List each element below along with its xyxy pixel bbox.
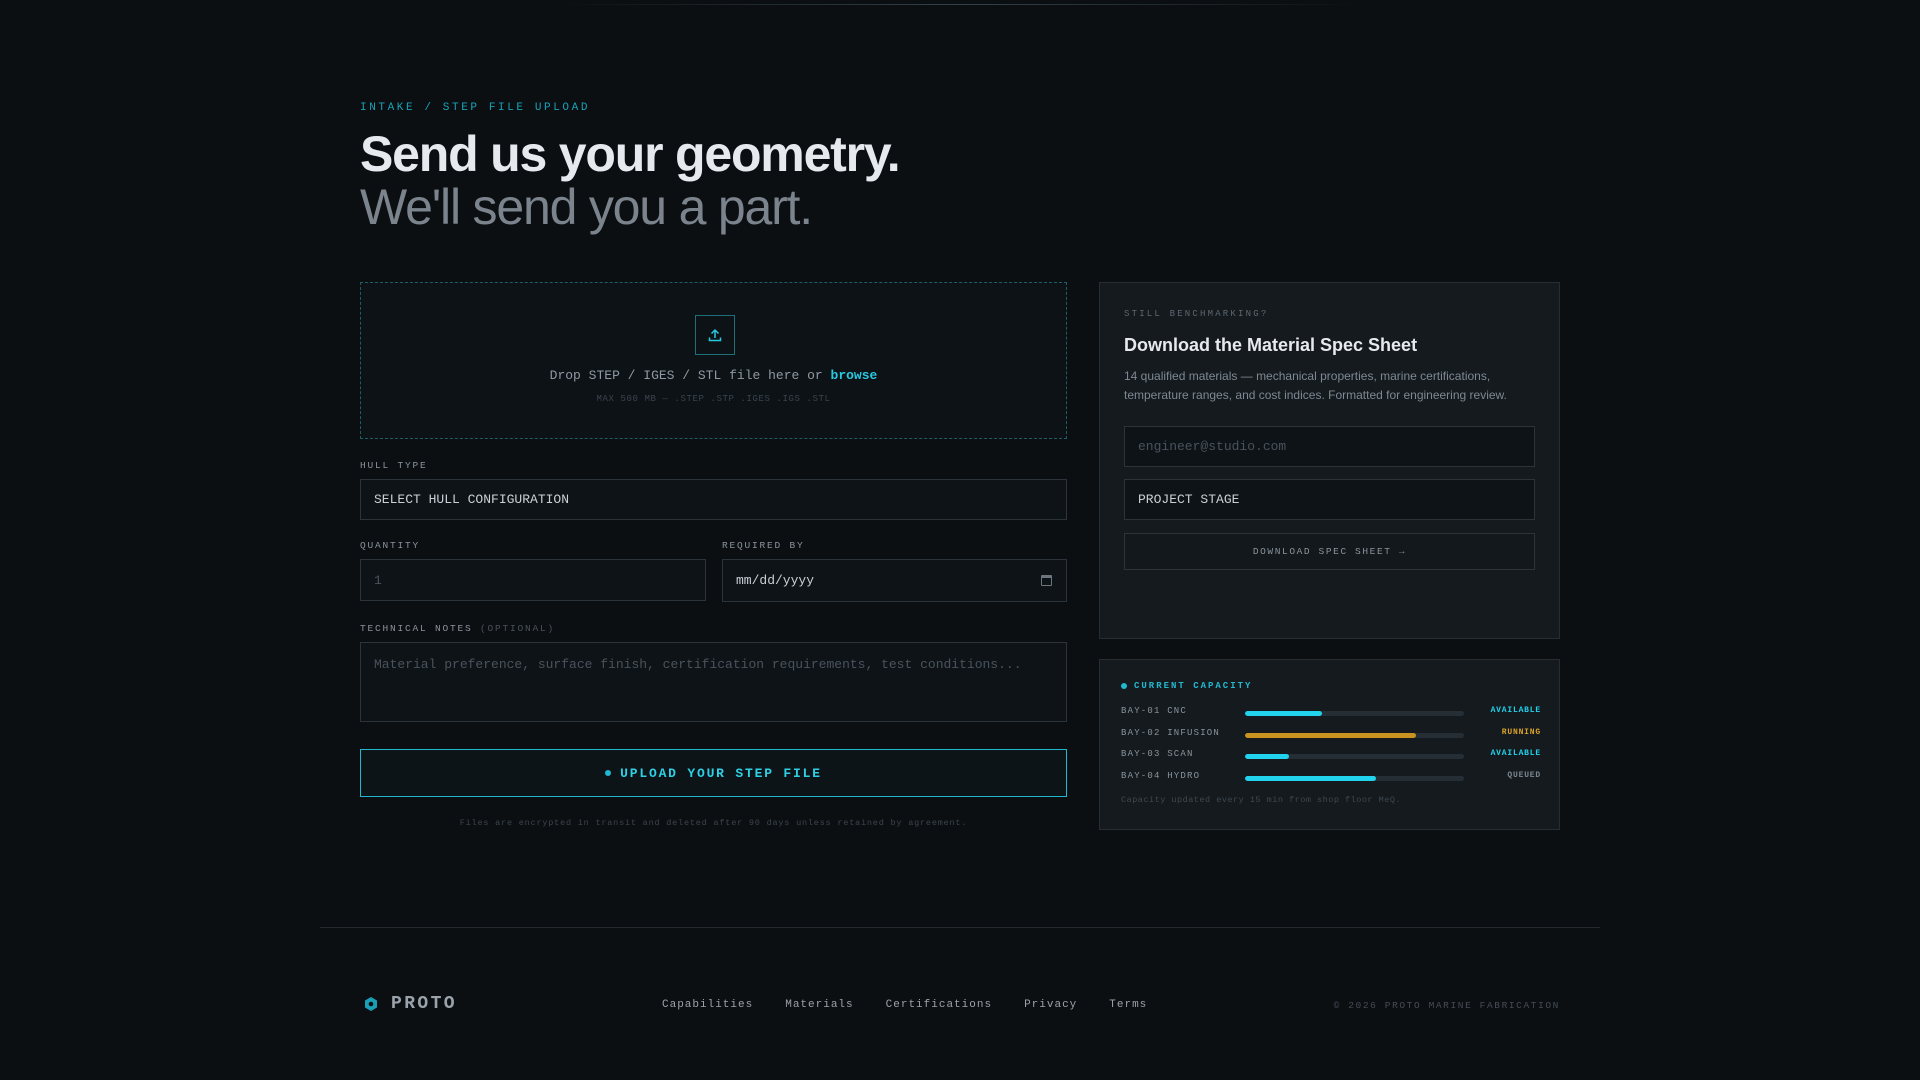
capacity-card: CURRENT CAPACITY BAY-01 CNC AVAILABLE BA… <box>1099 659 1560 830</box>
technical-notes-label: TECHNICAL NOTES (OPTIONAL) <box>360 623 555 634</box>
capacity-row: BAY-03 SCAN AVAILABLE <box>1121 749 1541 763</box>
bay-load-track <box>1245 733 1464 738</box>
spec-email-placeholder: engineer@studio.com <box>1138 439 1287 454</box>
hull-type-value: SELECT HULL CONFIGURATION <box>374 492 570 507</box>
capacity-footnote: Capacity updated every 15 min from shop … <box>1121 795 1402 805</box>
required-by-value: mm/dd/yyyy <box>736 573 815 588</box>
upload-icon <box>695 315 735 355</box>
capacity-header: CURRENT CAPACITY <box>1121 681 1252 691</box>
technical-notes-textarea[interactable]: Material preference, surface finish, cer… <box>360 642 1067 722</box>
upload-step-file-button[interactable]: UPLOAD YOUR STEP FILE <box>360 749 1067 797</box>
brand-name: PROTO <box>391 994 458 1014</box>
bay-load-bar <box>1245 776 1377 781</box>
capacity-row: BAY-01 CNC AVAILABLE <box>1121 706 1541 720</box>
footer-link-terms[interactable]: Terms <box>1109 999 1147 1011</box>
download-spec-sheet-button[interactable]: DOWNLOAD SPEC SHEET → <box>1124 533 1535 570</box>
quantity-placeholder: 1 <box>374 572 382 588</box>
footer-link-materials[interactable]: Materials <box>785 999 853 1011</box>
status-dot-icon <box>1121 683 1127 689</box>
upload-button-label: UPLOAD YOUR STEP FILE <box>620 765 822 781</box>
required-by-label: REQUIRED BY <box>722 540 805 551</box>
hull-type-select[interactable]: SELECT HULL CONFIGURATION <box>360 479 1067 520</box>
technical-notes-label-text: TECHNICAL NOTES <box>360 623 473 634</box>
bay-load-bar <box>1245 733 1416 738</box>
proto-logo-icon <box>363 996 379 1012</box>
calendar-icon[interactable] <box>1041 575 1052 586</box>
bay-load-track <box>1245 754 1464 759</box>
upload-disclaimer: Files are encrypted in transit and delet… <box>459 818 968 828</box>
hull-type-label: HULL TYPE <box>360 460 428 471</box>
bay-status: AVAILABLE <box>1490 706 1541 715</box>
capacity-title: CURRENT CAPACITY <box>1134 681 1253 691</box>
bay-load-track <box>1245 711 1464 716</box>
dropzone-hint: MAX 500 MB — .STEP .STP .IGES .IGS .STL <box>596 394 831 404</box>
spec-title: Download the Material Spec Sheet <box>1124 335 1418 355</box>
spec-email-input[interactable]: engineer@studio.com <box>1124 426 1535 467</box>
bay-name: BAY-04 HYDRO <box>1121 771 1201 781</box>
capacity-row: BAY-04 HYDRO QUEUED <box>1121 771 1541 785</box>
bay-name: BAY-01 CNC <box>1121 706 1188 716</box>
bay-status: RUNNING <box>1501 728 1541 737</box>
footer-brand[interactable]: PROTO <box>363 994 457 1014</box>
quantity-input[interactable]: 1 <box>360 559 706 601</box>
project-stage-select[interactable]: PROJECT STAGE <box>1124 479 1535 520</box>
capacity-row: BAY-02 INFUSION RUNNING <box>1121 728 1541 742</box>
bay-load-bar <box>1245 754 1289 759</box>
spec-eyebrow: STILL BENCHMARKING? <box>1124 309 1269 319</box>
bay-status: AVAILABLE <box>1490 749 1541 758</box>
bay-name: BAY-03 SCAN <box>1121 749 1194 759</box>
footer-nav: Capabilities Materials Certifications Pr… <box>662 999 1179 1011</box>
bay-load-track <box>1245 776 1464 781</box>
page-subheadline: We'll send you a part. <box>360 179 813 235</box>
bay-status: QUEUED <box>1507 771 1541 780</box>
copyright: © 2026 PROTO MARINE FABRICATION <box>1333 1000 1560 1011</box>
bay-name: BAY-02 INFUSION <box>1121 728 1221 738</box>
page-eyebrow: INTAKE / STEP FILE UPLOAD <box>360 102 591 114</box>
browse-link[interactable]: browse <box>831 368 878 383</box>
optional-tag: (OPTIONAL) <box>480 623 556 634</box>
technical-notes-placeholder: Material preference, surface finish, cer… <box>374 657 1022 672</box>
spec-description: 14 qualified materials — mechanical prop… <box>1124 369 1507 402</box>
required-by-date-input[interactable]: mm/dd/yyyy <box>722 559 1067 602</box>
project-stage-value: PROJECT STAGE <box>1138 492 1240 507</box>
spec-sheet-card: STILL BENCHMARKING? Download the Materia… <box>1099 282 1560 639</box>
file-dropzone[interactable]: Drop STEP / IGES / STL file here or brow… <box>360 282 1067 439</box>
footer-link-privacy[interactable]: Privacy <box>1024 999 1077 1011</box>
quantity-label: QUANTITY <box>360 540 421 551</box>
bay-load-bar <box>1245 711 1322 716</box>
footer-link-certifications[interactable]: Certifications <box>886 999 992 1011</box>
footer-link-capabilities[interactable]: Capabilities <box>662 999 753 1011</box>
top-accent-line <box>560 4 1360 5</box>
footer-divider <box>320 927 1600 928</box>
button-dot-icon <box>605 770 612 776</box>
dropzone-instruction: Drop STEP / IGES / STL file here or <box>549 368 823 383</box>
dropzone-text: Drop STEP / IGES / STL file here or brow… <box>361 368 1066 383</box>
